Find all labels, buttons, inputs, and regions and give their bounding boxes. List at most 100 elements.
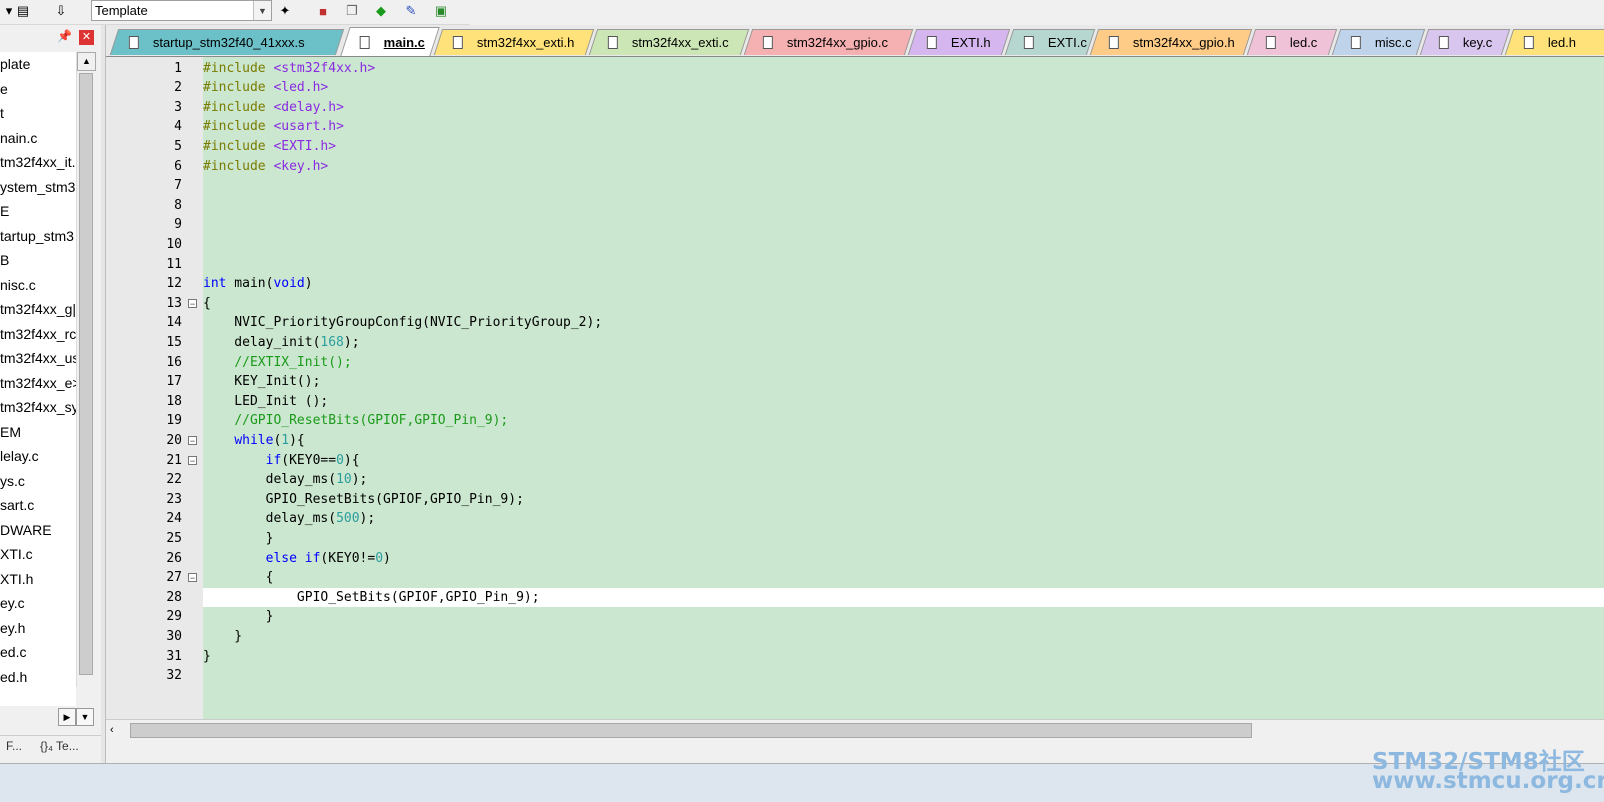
- tree-item[interactable]: XTI.h: [0, 568, 33, 590]
- tab-led-c[interactable]: led.c: [1246, 29, 1338, 55]
- code-line[interactable]: 7: [106, 176, 1604, 196]
- editor-hscroll[interactable]: ‹: [106, 719, 1604, 742]
- code-line[interactable]: 15 delay_init(168);: [106, 333, 1604, 353]
- tab-stm32f4xx-exti-c[interactable]: stm32f4xx_exti.c: [588, 29, 750, 55]
- code-line[interactable]: 17 KEY_Init();: [106, 372, 1604, 392]
- scroll-right-icon[interactable]: ▶: [58, 708, 76, 726]
- code-line[interactable]: 26 else if(KEY0!=0): [106, 549, 1604, 569]
- tree-item[interactable]: tm32f4xx_it.: [0, 151, 75, 173]
- tab-startup-stm32f40-41xxx-s[interactable]: startup_stm32f40_41xxx.s: [109, 29, 345, 55]
- tree-item[interactable]: tm32f4xx_e>: [0, 372, 76, 394]
- tree-item[interactable]: XTI.c: [0, 543, 33, 565]
- scroll-down-icon[interactable]: ▼: [76, 708, 94, 726]
- code-line[interactable]: 25 }: [106, 529, 1604, 549]
- tab-key-c[interactable]: key.c: [1419, 29, 1511, 55]
- code-line[interactable]: 13−{: [106, 294, 1604, 314]
- code-line[interactable]: 21− if(KEY0==0){: [106, 451, 1604, 471]
- tree-item[interactable]: t: [0, 102, 4, 124]
- tab-exti-c[interactable]: EXTI.c: [1004, 29, 1096, 55]
- tree-item[interactable]: ey.c: [0, 592, 25, 614]
- tab-label: EXTI.h: [950, 35, 991, 50]
- tab-stm32f4xx-gpio-h[interactable]: stm32f4xx_gpio.h: [1089, 29, 1253, 55]
- magic-wand-icon[interactable]: ✦: [276, 2, 294, 20]
- tree-item[interactable]: ys.c: [0, 470, 25, 492]
- close-icon[interactable]: ✕: [79, 30, 94, 45]
- batch-icon[interactable]: ▣: [432, 2, 450, 20]
- project-hscroll[interactable]: ▶ ▼: [0, 708, 97, 727]
- tree-item[interactable]: lelay.c: [0, 445, 39, 467]
- tree-item[interactable]: ey.h: [0, 617, 25, 639]
- code-line[interactable]: 23 GPIO_ResetBits(GPIOF,GPIO_Pin_9);: [106, 490, 1604, 510]
- code-line[interactable]: 8: [106, 196, 1604, 216]
- code-line[interactable]: 16 //EXTIX_Init();: [106, 353, 1604, 373]
- code-line[interactable]: 32: [106, 666, 1604, 686]
- tree-item[interactable]: nisc.c: [0, 274, 36, 296]
- scroll-left-icon[interactable]: ‹: [110, 722, 126, 739]
- tree-item[interactable]: tartup_stm3: [0, 225, 74, 247]
- code-editor[interactable]: 1 #include <stm32f4xx.h> 2 #include <led.h>…: [106, 57, 1604, 719]
- code-line[interactable]: 14 NVIC_PriorityGroupConfig(NVIC_Priorit…: [106, 313, 1604, 333]
- code-line[interactable]: 22 delay_ms(10);: [106, 470, 1604, 490]
- code-line[interactable]: 18 LED_Init ();: [106, 392, 1604, 412]
- code-line[interactable]: 10: [106, 235, 1604, 255]
- pack-installer-icon[interactable]: ✎: [402, 2, 420, 20]
- code-line[interactable]: 2 #include <led.h>: [106, 78, 1604, 98]
- scroll-up-icon[interactable]: ▲: [77, 52, 96, 71]
- tree-item[interactable]: sart.c: [0, 494, 34, 516]
- build-output-icon[interactable]: ▤: [14, 2, 32, 20]
- fold-toggle-icon[interactable]: −: [188, 455, 197, 465]
- fold-toggle-icon[interactable]: −: [188, 573, 197, 583]
- code-line[interactable]: 24 delay_ms(500);: [106, 509, 1604, 529]
- hscroll-thumb[interactable]: [130, 723, 1252, 738]
- code-line[interactable]: 31}: [106, 647, 1604, 667]
- code-line[interactable]: 6 #include <key.h>: [106, 157, 1604, 177]
- tab-templates[interactable]: {}₄ Te...: [40, 739, 79, 753]
- fold-toggle-icon[interactable]: −: [188, 435, 197, 445]
- tree-item[interactable]: plate: [0, 53, 30, 75]
- code-line[interactable]: 9: [106, 215, 1604, 235]
- tree-item[interactable]: EM: [0, 421, 21, 443]
- tree-item[interactable]: ed.h: [0, 666, 27, 688]
- code-line[interactable]: 3 #include <delay.h>: [106, 98, 1604, 118]
- tree-item[interactable]: tm32f4xx_g|: [0, 298, 76, 320]
- tab-files[interactable]: F...: [6, 739, 22, 753]
- tree-item[interactable]: ystem_stm3: [0, 176, 75, 198]
- options-icon[interactable]: ■: [314, 2, 332, 20]
- tab-main-c[interactable]: main.c: [340, 27, 440, 56]
- tree-item[interactable]: tm32f4xx_us: [0, 347, 76, 369]
- chevron-down-icon[interactable]: ▼: [253, 1, 271, 20]
- code-line[interactable]: 28 GPIO_SetBits(GPIOF,GPIO_Pin_9);: [106, 587, 1604, 608]
- code-line[interactable]: 27− {: [106, 568, 1604, 588]
- tab-exti-h[interactable]: EXTI.h: [907, 29, 1011, 55]
- load-icon[interactable]: ⇩: [52, 2, 70, 20]
- manage-components-icon[interactable]: ❐: [343, 2, 361, 20]
- code-line[interactable]: 1 #include <stm32f4xx.h>: [106, 59, 1604, 79]
- tree-item[interactable]: ed.c: [0, 641, 26, 663]
- project-scrollbar[interactable]: ▲: [76, 52, 96, 687]
- tree-item[interactable]: B: [0, 249, 9, 271]
- tree-item[interactable]: nain.c: [0, 127, 37, 149]
- tab-led-h[interactable]: led.h: [1504, 29, 1604, 55]
- code-line[interactable]: 5 #include <EXTI.h>: [106, 137, 1604, 157]
- tree-item[interactable]: tm32f4xx_sy: [0, 396, 76, 418]
- tree-item[interactable]: DWARE: [0, 519, 52, 541]
- tab-stm32f4xx-exti-h[interactable]: stm32f4xx_exti.h: [433, 29, 595, 55]
- pin-icon[interactable]: 📌: [57, 29, 72, 43]
- tree-item[interactable]: e: [0, 78, 8, 100]
- target-select[interactable]: Template ▼: [91, 0, 272, 21]
- code-line[interactable]: 12 int main(void): [106, 274, 1604, 294]
- code-line[interactable]: 19 //GPIO_ResetBits(GPIOF,GPIO_Pin_9);: [106, 411, 1604, 431]
- code-line[interactable]: 20− while(1){: [106, 431, 1604, 451]
- diamond-icon[interactable]: ◆: [372, 2, 390, 20]
- code-line[interactable]: 30 }: [106, 627, 1604, 647]
- tab-stm32f4xx-gpio-c[interactable]: stm32f4xx_gpio.c: [743, 29, 914, 55]
- scroll-thumb[interactable]: [79, 73, 93, 675]
- tab-misc-c[interactable]: misc.c: [1331, 29, 1426, 55]
- line-number: 15: [166, 334, 182, 350]
- code-line[interactable]: 11: [106, 255, 1604, 275]
- fold-toggle-icon[interactable]: −: [188, 298, 197, 308]
- code-line[interactable]: 4 #include <usart.h>: [106, 117, 1604, 137]
- tree-item[interactable]: E: [0, 200, 9, 222]
- code-line[interactable]: 29 }: [106, 607, 1604, 627]
- tree-item[interactable]: tm32f4xx_rc: [0, 323, 76, 345]
